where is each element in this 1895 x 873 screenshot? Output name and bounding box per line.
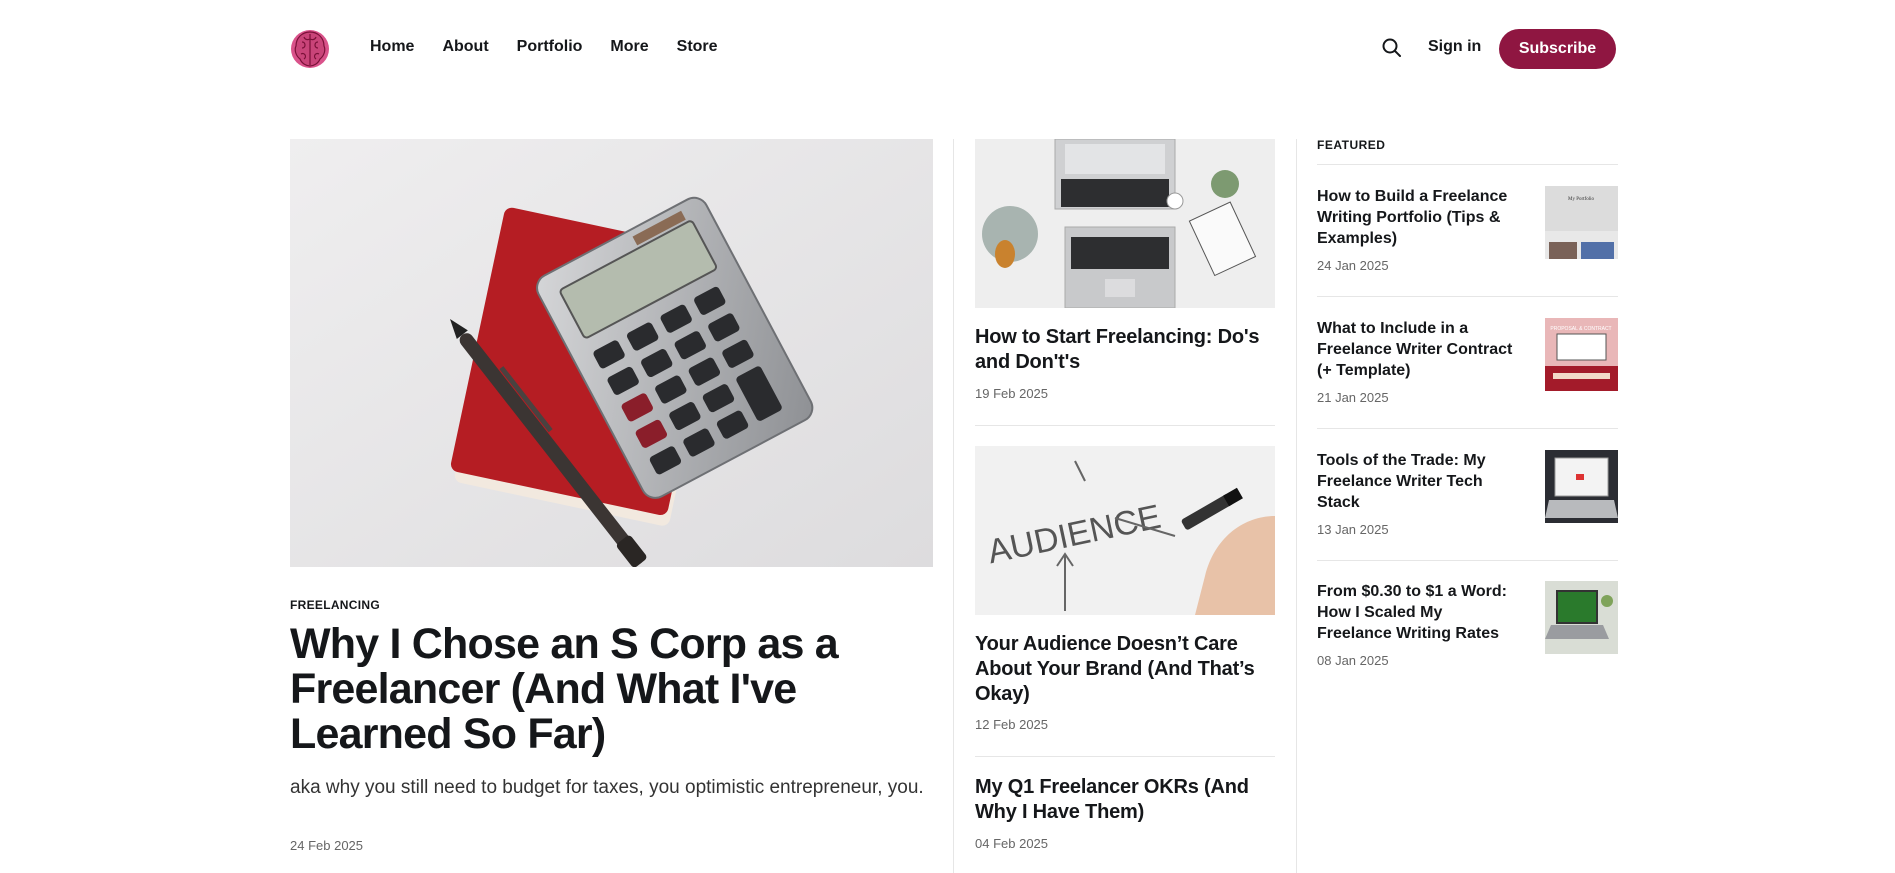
featured-post-date: 24 Jan 2025	[1317, 258, 1389, 273]
divider	[1296, 139, 1297, 873]
signin-link[interactable]: Sign in	[1428, 38, 1481, 56]
post-date: 19 Feb 2025	[975, 386, 1049, 401]
divider	[953, 139, 954, 873]
brain-logo-icon[interactable]	[290, 28, 330, 70]
nav-portfolio[interactable]: Portfolio	[517, 38, 583, 56]
hero-image[interactable]	[290, 139, 933, 567]
featured-post-date: 21 Jan 2025	[1317, 390, 1389, 405]
divider	[975, 425, 1275, 426]
divider	[1317, 428, 1618, 429]
hero-tag[interactable]: FREELANCING	[290, 598, 380, 612]
featured-post-title[interactable]: What to Include in a Freelance Writer Co…	[1317, 318, 1517, 381]
featured-thumbnail[interactable]: My Portfolio	[1545, 186, 1618, 259]
hero-title[interactable]: Why I Chose an S Corp as a Freelancer (A…	[290, 622, 850, 757]
post-date: 04 Feb 2025	[975, 836, 1049, 851]
divider	[1317, 560, 1618, 561]
nav-store[interactable]: Store	[677, 38, 718, 56]
search-icon[interactable]	[1380, 36, 1404, 60]
post-image-laptops[interactable]	[975, 139, 1275, 308]
post-image-audience[interactable]: AUDIENCE	[975, 446, 1275, 615]
nav-home[interactable]: Home	[370, 38, 414, 56]
post-title[interactable]: How to Start Freelancing: Do's and Don't…	[975, 325, 1275, 375]
nav-more[interactable]: More	[610, 38, 648, 56]
featured-thumbnail[interactable]	[1545, 581, 1618, 654]
thumb-text: My Portfolio	[1568, 197, 1594, 202]
featured-post-title[interactable]: How to Build a Freelance Writing Portfol…	[1317, 186, 1517, 249]
hero-excerpt: aka why you still need to budget for tax…	[290, 777, 924, 798]
divider	[975, 756, 1275, 757]
nav-about[interactable]: About	[442, 38, 488, 56]
divider	[1317, 164, 1618, 165]
post-title[interactable]: Your Audience Doesn’t Care About Your Br…	[975, 632, 1275, 707]
thumb-text: PROPOSAL & CONTRACT	[1550, 326, 1611, 332]
featured-post-title[interactable]: Tools of the Trade: My Freelance Writer …	[1317, 450, 1517, 513]
featured-post-date: 13 Jan 2025	[1317, 522, 1389, 537]
post-date: 12 Feb 2025	[975, 717, 1049, 732]
main-nav: Home About Portfolio More Store	[370, 38, 746, 56]
featured-thumbnail[interactable]	[1545, 450, 1618, 523]
featured-thumbnail[interactable]: PROPOSAL & CONTRACT	[1545, 318, 1618, 391]
site-header: Home About Portfolio More Store Sign in …	[0, 0, 1895, 98]
featured-label: FEATURED	[1317, 138, 1386, 152]
featured-post-title[interactable]: From $0.30 to $1 a Word: How I Scaled My…	[1317, 581, 1517, 644]
hero-date: 24 Feb 2025	[290, 838, 364, 853]
subscribe-button[interactable]: Subscribe	[1499, 29, 1616, 69]
divider	[1317, 296, 1618, 297]
post-title[interactable]: My Q1 Freelancer OKRs (And Why I Have Th…	[975, 775, 1275, 825]
featured-post-date: 08 Jan 2025	[1317, 653, 1389, 668]
